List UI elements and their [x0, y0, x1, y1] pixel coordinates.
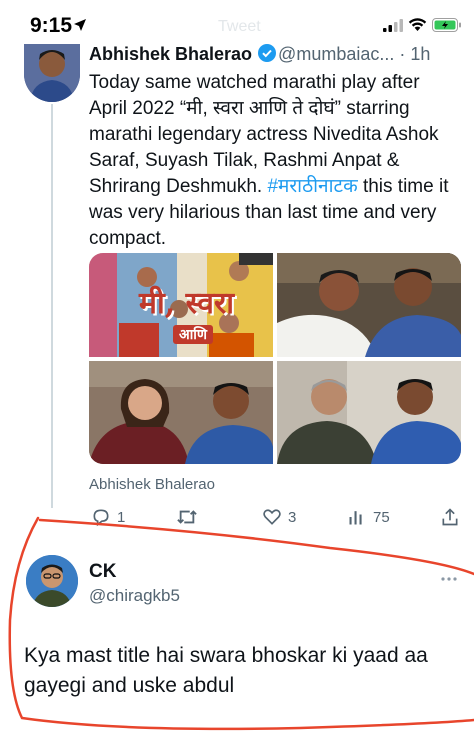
views-chart-icon — [349, 511, 362, 525]
tweet-actions: 1 3 75 — [89, 506, 461, 528]
author-handle[interactable]: @mumbaiac... — [278, 44, 394, 64]
location-arrow-icon — [73, 18, 87, 37]
photo-woman-and-man[interactable] — [89, 361, 273, 464]
reply-count: 1 — [117, 508, 126, 526]
tweet-text-line: Saraf, Suyash Tilak, Rashmi Anpat & — [89, 150, 400, 171]
status-time: 9:15 — [30, 14, 73, 37]
author-avatar[interactable] — [24, 36, 80, 102]
photo-poster[interactable]: मी, स्वरा आणि — [89, 253, 273, 357]
reply-button[interactable]: 1 — [91, 506, 125, 528]
tweet-author-row[interactable]: Abhishek Bhalerao @mumbaiac... · 1h — [89, 44, 469, 64]
media-attribution[interactable]: Abhishek Bhalerao — [89, 476, 215, 493]
hashtag-link[interactable]: #मराठीनाटक — [267, 176, 357, 197]
thread-line — [51, 104, 53, 508]
header-title-faded: Tweet — [218, 18, 261, 35]
media-grid: मी, स्वरा आणि — [89, 253, 461, 464]
tweet-age: 1h — [410, 44, 431, 64]
tweet-text-line: Today same watched marathi play after — [89, 72, 420, 93]
reply-text-line: gayegi and uske abdul — [24, 674, 235, 697]
tweet-text-line: Shrirang Deshmukh. #मराठीनाटक this time … — [89, 176, 449, 197]
verified-badge-icon — [258, 44, 277, 64]
tweet-text-line: April 2022 “मी, स्वरा आणि ते दोघं” starr… — [89, 98, 410, 119]
reply-author-name[interactable]: CK — [89, 561, 116, 583]
reply-author-handle[interactable]: @chiragkb5 — [89, 586, 180, 606]
retweet-icon — [177, 510, 197, 524]
photo-selfie-two-men[interactable] — [277, 253, 461, 357]
tweet-text-line: compact. — [89, 228, 167, 249]
poster-subtitle: आणि — [173, 325, 214, 344]
reply-text: Kya mast title hai swara bhoskar ki yaad… — [24, 641, 464, 701]
cellular-signal-icon — [383, 19, 403, 37]
reply-icon — [93, 509, 109, 527]
author-name[interactable]: Abhishek Bhalerao — [89, 44, 252, 64]
tweet-text-line: marathi legendary actress Nivedita Ashok — [89, 124, 439, 145]
status-bar: 9:15 Tweet — [0, 0, 474, 44]
photo-two-men[interactable] — [277, 361, 461, 464]
reply-text-line: Kya mast title hai swara bhoskar ki yaad… — [24, 644, 428, 667]
more-options-icon[interactable] — [440, 569, 458, 587]
share-button[interactable] — [440, 506, 460, 528]
wifi-icon — [408, 17, 427, 37]
like-button[interactable]: 3 — [262, 506, 296, 528]
reply-author-avatar[interactable] — [26, 555, 78, 607]
battery-charging-icon — [432, 18, 462, 37]
heart-icon — [263, 509, 281, 525]
poster-title: मी, स्वरा — [139, 286, 234, 321]
like-count: 3 — [288, 508, 297, 526]
share-icon — [442, 508, 458, 526]
tweet-text: Today same watched marathi play after Ap… — [89, 70, 461, 252]
view-count: 75 — [373, 508, 390, 526]
views-button[interactable]: 75 — [347, 506, 390, 528]
retweet-button[interactable] — [176, 506, 204, 528]
tweet-text-line: was very hilarious than last time and ve… — [89, 202, 437, 223]
